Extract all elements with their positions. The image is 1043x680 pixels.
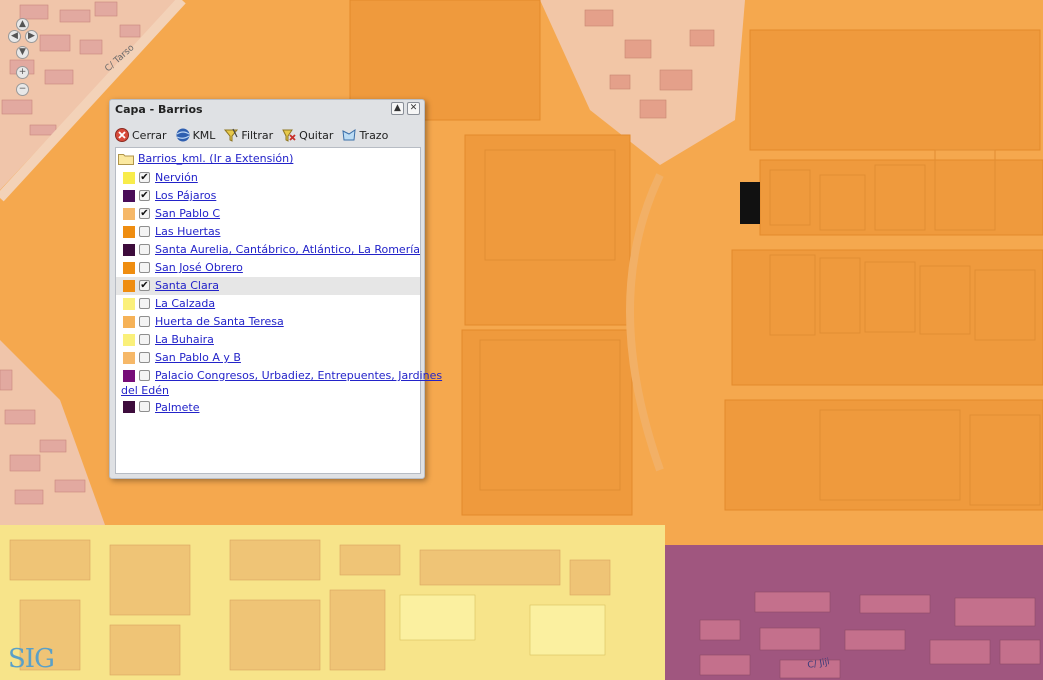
layer-item: San José Obrero: [116, 259, 420, 277]
layer-item: ✔ Santa Clara: [116, 277, 420, 295]
filter-button[interactable]: Filtrar: [223, 127, 273, 143]
layer-checkbox[interactable]: [139, 352, 150, 363]
close-panel-button[interactable]: ✕: [407, 102, 420, 115]
filter-icon: [224, 128, 239, 142]
close-layer-icon: [115, 128, 129, 142]
layer-checkbox[interactable]: ✔: [139, 208, 150, 219]
layer-item: Palacio Congresos, Urbadiez, Entrepuente…: [116, 367, 442, 399]
color-swatch: [123, 190, 135, 202]
color-swatch: [123, 172, 135, 184]
layer-item-link[interactable]: Palmete: [155, 400, 200, 415]
filter-label: Filtrar: [241, 128, 274, 142]
layer-checkbox[interactable]: [139, 226, 150, 237]
color-swatch: [123, 334, 135, 346]
layer-checkbox[interactable]: [139, 401, 150, 412]
color-swatch: [123, 298, 135, 310]
layer-checkbox[interactable]: [139, 262, 150, 273]
layer-item-link[interactable]: La Buhaira: [155, 333, 214, 346]
selected-parcel: [740, 182, 760, 224]
remove-button[interactable]: Quitar: [281, 127, 333, 143]
globe-icon: [176, 128, 190, 142]
layer-item-link[interactable]: San Pablo C: [155, 207, 220, 220]
kml-label: KML: [192, 128, 216, 142]
collapse-button[interactable]: ▲: [391, 102, 404, 115]
layer-item: Palmete: [116, 398, 420, 416]
stroke-button[interactable]: Trazo: [341, 127, 388, 143]
color-swatch: [123, 316, 135, 328]
layer-item-link[interactable]: Santa Aurelia, Cantábrico, Atlántico, La…: [155, 243, 420, 256]
sig-logo: SIG: [8, 644, 55, 674]
layer-list: Barrios_kml. (Ir a Extensión) ✔ Nervión …: [115, 147, 442, 474]
pan-down-button[interactable]: ▼: [16, 46, 29, 59]
stroke-icon: [342, 128, 357, 141]
kml-button[interactable]: KML: [175, 127, 216, 143]
layer-item-link[interactable]: La Calzada: [155, 297, 215, 310]
layer-root-link[interactable]: Barrios_kml. (Ir a Extensión): [138, 152, 293, 165]
color-swatch: [123, 226, 135, 238]
layer-item-link-continuation[interactable]: del Edén: [121, 384, 169, 397]
pan-left-button[interactable]: ◀: [8, 30, 21, 43]
layer-item: La Calzada: [116, 295, 420, 313]
color-swatch: [123, 244, 135, 256]
remove-icon: [282, 129, 296, 142]
color-swatch: [123, 370, 135, 382]
color-swatch: [123, 208, 135, 220]
folder-icon: [118, 153, 134, 165]
panel-toolbar: Cerrar KML Filtrar Quitar Trazo: [114, 126, 388, 144]
layer-root: Barrios_kml. (Ir a Extensión): [118, 152, 293, 165]
pan-up-button[interactable]: ▲: [16, 18, 29, 31]
layer-item-link[interactable]: Santa Clara: [155, 279, 219, 292]
close-layer-button[interactable]: Cerrar: [114, 127, 167, 143]
layer-item: Huerta de Santa Teresa: [116, 313, 420, 331]
color-swatch: [123, 262, 135, 274]
layer-checkbox[interactable]: [139, 370, 150, 381]
pan-right-button[interactable]: ▶: [25, 30, 38, 43]
layer-item: ✔ Los Pájaros: [116, 187, 420, 205]
zoom-out-button[interactable]: −: [16, 83, 29, 96]
layer-item: Santa Aurelia, Cantábrico, Atlántico, La…: [116, 241, 420, 259]
layer-item-link[interactable]: San Pablo A y B: [155, 351, 241, 364]
color-swatch: [123, 352, 135, 364]
remove-label: Quitar: [299, 128, 334, 142]
layer-item: San Pablo A y B: [116, 349, 420, 367]
layer-item-link[interactable]: San José Obrero: [155, 261, 243, 274]
layer-item-link[interactable]: Las Huertas: [155, 225, 220, 238]
layer-item-link[interactable]: Huerta de Santa Teresa: [155, 315, 284, 328]
layer-checkbox[interactable]: [139, 244, 150, 255]
layer-checkbox[interactable]: ✔: [139, 190, 150, 201]
layer-checkbox[interactable]: ✔: [139, 172, 150, 183]
layer-checkbox[interactable]: [139, 298, 150, 309]
layer-item-label: Palacio Congresos, Urbadiez, Entrepuente…: [155, 369, 443, 382]
color-swatch: [123, 401, 135, 413]
layer-item-link[interactable]: Palacio Congresos, Urbadiez, Entrepuente…: [155, 369, 442, 382]
layer-item: ✔ San Pablo C: [116, 205, 420, 223]
layer-checkbox[interactable]: [139, 334, 150, 345]
color-swatch: [123, 280, 135, 292]
layer-checkbox[interactable]: ✔: [139, 280, 150, 291]
layer-panel: Capa - Barrios ▲ ✕ Cerrar KML Filtrar Qu…: [109, 99, 442, 479]
layer-item: ✔ Nervión: [116, 169, 420, 187]
stroke-label: Trazo: [359, 128, 389, 142]
zoom-in-button[interactable]: +: [16, 66, 29, 79]
layer-item: La Buhaira: [116, 331, 420, 349]
layer-item-link[interactable]: Nervión: [155, 171, 198, 184]
panel-title: Capa - Barrios: [115, 103, 203, 116]
layer-checkbox[interactable]: [139, 316, 150, 327]
close-layer-label: Cerrar: [132, 128, 167, 142]
layer-item: Las Huertas: [116, 223, 420, 241]
layer-item-link[interactable]: Los Pájaros: [155, 189, 216, 202]
